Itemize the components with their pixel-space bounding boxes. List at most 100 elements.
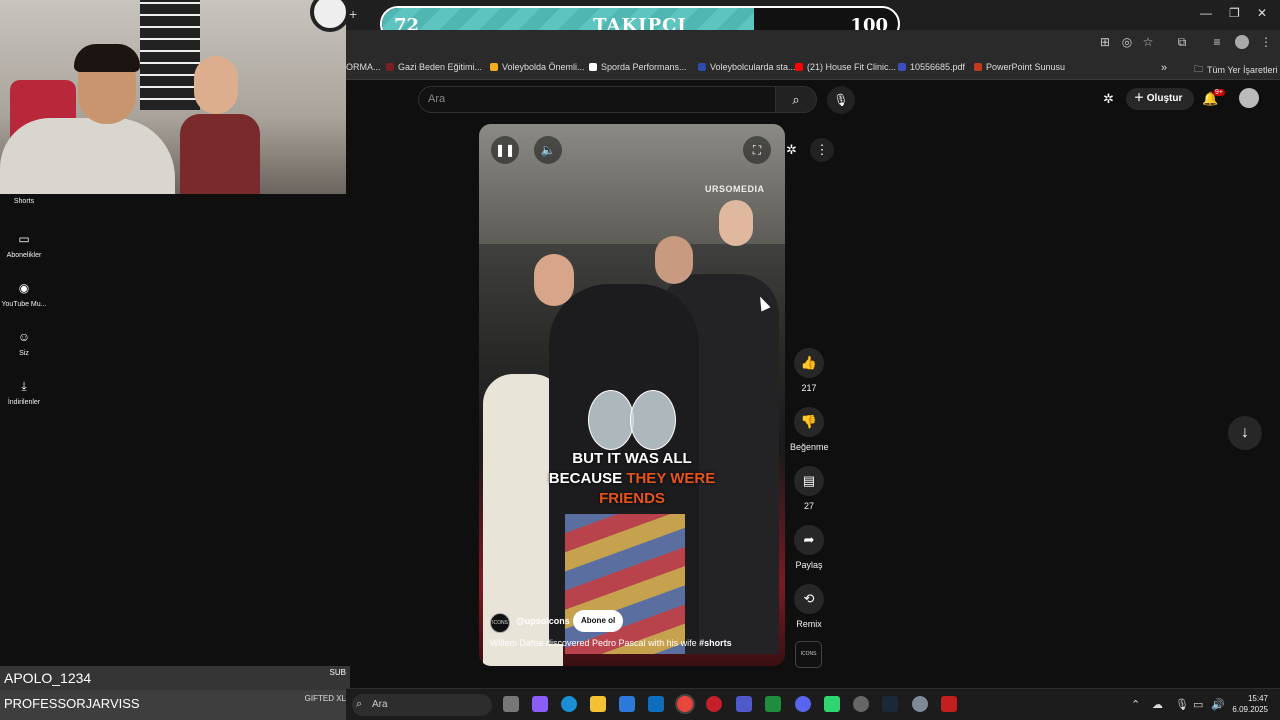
next-video-button[interactable]: ↓ <box>1228 416 1262 450</box>
outlook-icon[interactable] <box>648 696 664 712</box>
bookmark-item[interactable]: ORMA... <box>346 62 381 72</box>
bookmark-item[interactable]: Voleybolcularda sta... <box>698 62 796 72</box>
new-tab-icon[interactable]: + <box>349 6 357 22</box>
sidebar-item-label: Siz <box>19 350 29 357</box>
subscribe-button[interactable]: Abone ol <box>573 610 624 632</box>
speaker-icon[interactable]: 🔊 <box>1211 698 1225 711</box>
thumbs-up-icon: 👍 <box>794 348 824 378</box>
voice-search-button[interactable]: 🎙 <box>827 86 855 114</box>
taskbar-clock[interactable]: 15:47 6.09.2025 <box>1232 693 1268 715</box>
sound-thumbnail[interactable]: ICONS <box>795 641 822 668</box>
bookmark-label: ORMA... <box>346 62 381 72</box>
notification-badge: 9+ <box>1213 89 1225 96</box>
webcam-overlay <box>0 0 346 194</box>
opera-icon[interactable] <box>706 696 722 712</box>
folder-icon: 🗀 <box>1194 64 1204 74</box>
bookmark-item[interactable]: (21) House Fit Clinic... <box>795 62 896 72</box>
sparkle-icon[interactable]: ✲ <box>1103 91 1114 107</box>
mic-icon: 🎙 <box>833 93 849 107</box>
comments-button[interactable]: ▤ 27 <box>790 466 828 511</box>
bookmark-item[interactable]: 10556685.pdf <box>898 62 965 72</box>
tray-overflow-icon[interactable]: ⌃ <box>1131 698 1140 711</box>
mic-tray-icon[interactable]: 🎙 <box>1175 698 1189 711</box>
bookmark-label: Gazi Beden Eğitimi... <box>398 62 483 72</box>
bookmark-star-icon[interactable]: ☆ <box>1141 35 1155 49</box>
maximize-icon[interactable]: ❐ <box>1229 6 1240 20</box>
search-button[interactable]: ⌕ <box>775 86 817 113</box>
chrome-icon[interactable] <box>677 696 693 712</box>
sidebar-item-you[interactable]: ☺ Siz <box>0 330 48 357</box>
pause-button[interactable]: ❚❚ <box>491 136 519 164</box>
bookmark-label: Voleybolcularda sta... <box>710 62 796 72</box>
bookmarks-overflow-icon[interactable]: » <box>1161 62 1167 74</box>
all-bookmarks[interactable]: 🗀 Tüm Yer İşaretleri <box>1194 62 1278 78</box>
channel-avatar[interactable]: ICONS <box>490 613 510 633</box>
app-icon[interactable] <box>824 696 840 712</box>
profile-icon[interactable] <box>1235 35 1249 49</box>
video-title[interactable]: Willem Dafoe discovered Pedro Pascal wit… <box>490 638 732 648</box>
remix-icon: ⟲ <box>794 584 824 614</box>
task-view-icon[interactable] <box>503 696 519 712</box>
ai-sparkle-icon[interactable]: ✲ <box>786 142 797 158</box>
video-watermark: URSOMEDIA <box>705 184 765 194</box>
bookmark-item[interactable]: Voleybolda Önemli... <box>490 62 585 72</box>
app-icon[interactable] <box>853 696 869 712</box>
search-input[interactable] <box>418 86 776 113</box>
bookmark-item[interactable]: Sporda Performans... <box>589 62 687 72</box>
discord-icon[interactable] <box>795 696 811 712</box>
sidebar-item-youtube-music[interactable]: ◉ YouTube Mu... <box>0 281 48 308</box>
tracking-off-icon[interactable]: ◎ <box>1120 35 1134 49</box>
sidebar-item-shorts[interactable]: Shorts <box>0 198 48 205</box>
create-button[interactable]: ＋ Oluştur <box>1126 88 1194 110</box>
short-video-player[interactable]: ❚❚ 🔈 ⛶ URSOMEDIA BUT IT WAS ALL BECAUSE … <box>479 124 785 666</box>
onedrive-icon[interactable]: ☁ <box>1152 698 1163 711</box>
remix-label: Remix <box>796 619 822 629</box>
sidebar-item-downloads[interactable]: ⤓ İndirilenler <box>0 379 48 406</box>
streamer-female <box>172 52 302 194</box>
bookmark-item[interactable]: Gazi Beden Eğitimi... <box>386 62 482 72</box>
clock-time: 15:47 <box>1247 694 1268 703</box>
volume-icon: 🔈 <box>540 143 556 157</box>
file-explorer-icon[interactable] <box>590 696 606 712</box>
caption-line-3: FRIENDS <box>599 490 665 507</box>
app-icon[interactable] <box>941 696 957 712</box>
account-avatar[interactable] <box>1239 88 1259 108</box>
bookmark-label: Sporda Performans... <box>601 62 687 72</box>
dislike-button[interactable]: 👎 Beğenme <box>790 407 829 452</box>
dislike-label: Beğenme <box>790 442 829 452</box>
like-count: 217 <box>801 383 817 393</box>
edge-icon[interactable] <box>561 696 577 712</box>
remix-button[interactable]: ⟲ Remix <box>790 584 828 629</box>
like-button[interactable]: 👍 217 <box>790 348 828 393</box>
install-app-icon[interactable]: ⊞ <box>1098 35 1112 49</box>
steam-icon[interactable] <box>882 696 898 712</box>
more-options-button[interactable]: ⋮ <box>810 138 834 162</box>
menu-kebab-icon[interactable]: ⋮ <box>1259 35 1273 49</box>
extensions-icon[interactable]: ⧉ <box>1175 35 1189 49</box>
create-label: Oluştur <box>1146 93 1183 104</box>
thumbs-down-icon: 👎 <box>794 407 824 437</box>
sidebar-item-subscriptions[interactable]: ▭ Abonelikler <box>0 232 48 259</box>
teams-icon[interactable] <box>736 696 752 712</box>
store-icon[interactable] <box>619 696 635 712</box>
bookmark-favicon-icon <box>795 63 803 71</box>
bubble-graphic <box>630 390 676 450</box>
media-controls-icon[interactable]: ≡ <box>1210 35 1224 49</box>
bookmark-favicon-icon <box>974 63 982 71</box>
bubble-graphic <box>588 390 634 450</box>
minimize-icon[interactable]: — <box>1200 6 1212 20</box>
settings-icon[interactable] <box>912 696 928 712</box>
display-icon[interactable]: ▭ <box>1193 698 1203 711</box>
xbox-icon[interactable] <box>765 696 781 712</box>
bookmark-favicon-icon <box>698 63 706 71</box>
subscriptions-icon: ▭ <box>18 232 30 246</box>
volume-button[interactable]: 🔈 <box>534 136 562 164</box>
channel-name[interactable]: @upsoicons <box>516 616 570 626</box>
search-icon: ⌕ <box>792 92 800 107</box>
share-button[interactable]: ➦ Paylaş <box>790 525 828 570</box>
fullscreen-button[interactable]: ⛶ <box>743 136 771 164</box>
close-icon[interactable]: ✕ <box>1257 6 1267 20</box>
bookmark-item[interactable]: PowerPoint Sunusu <box>974 62 1065 72</box>
copilot-icon[interactable] <box>532 696 548 712</box>
sidebar-item-label: İndirilenler <box>7 399 41 406</box>
